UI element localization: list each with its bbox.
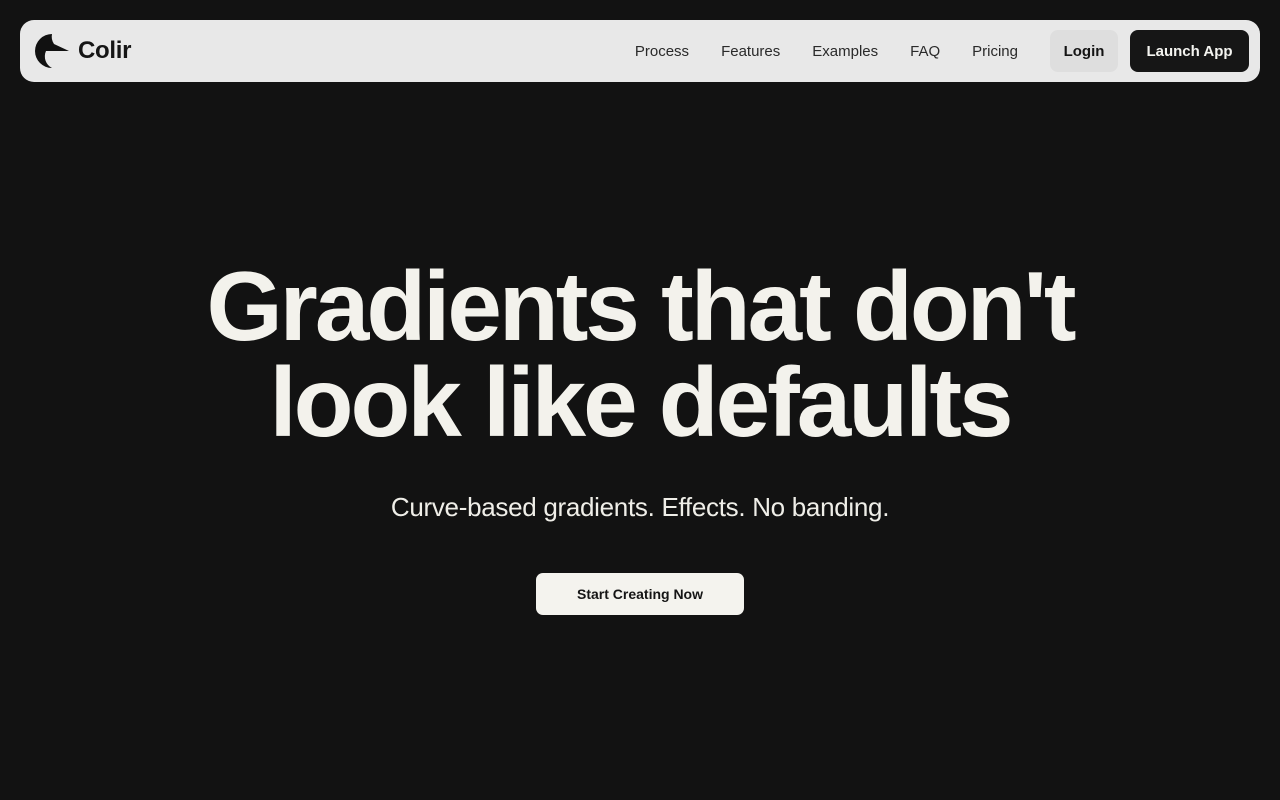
brand-name: Colir [78,37,132,64]
hero-title: Gradients that don't look like defaults [0,251,1280,457]
start-creating-button[interactable]: Start Creating Now [536,573,744,615]
login-button[interactable]: Login [1050,30,1118,72]
hero-title-line-2: look like defaults [269,347,1013,457]
nav-link-process[interactable]: Process [619,43,705,60]
top-navbar: Colir Process Features Examples FAQ Pric… [20,20,1260,82]
nav-link-pricing[interactable]: Pricing [956,43,1034,60]
nav-link-features[interactable]: Features [705,43,796,60]
launch-app-button[interactable]: Launch App [1130,30,1249,72]
crescent-arrow-logo-icon [35,34,69,68]
hero-title-line-1: Gradients that don't [206,251,1076,361]
hero-section: Gradients that don't look like defaults … [0,0,1280,800]
nav-link-faq[interactable]: FAQ [894,43,956,60]
hero-subtitle: Curve-based gradients. Effects. No bandi… [390,492,890,522]
nav-links: Process Features Examples FAQ Pricing Lo… [619,30,1249,72]
brand-link[interactable]: Colir [34,33,131,69]
nav-link-examples[interactable]: Examples [796,43,894,60]
